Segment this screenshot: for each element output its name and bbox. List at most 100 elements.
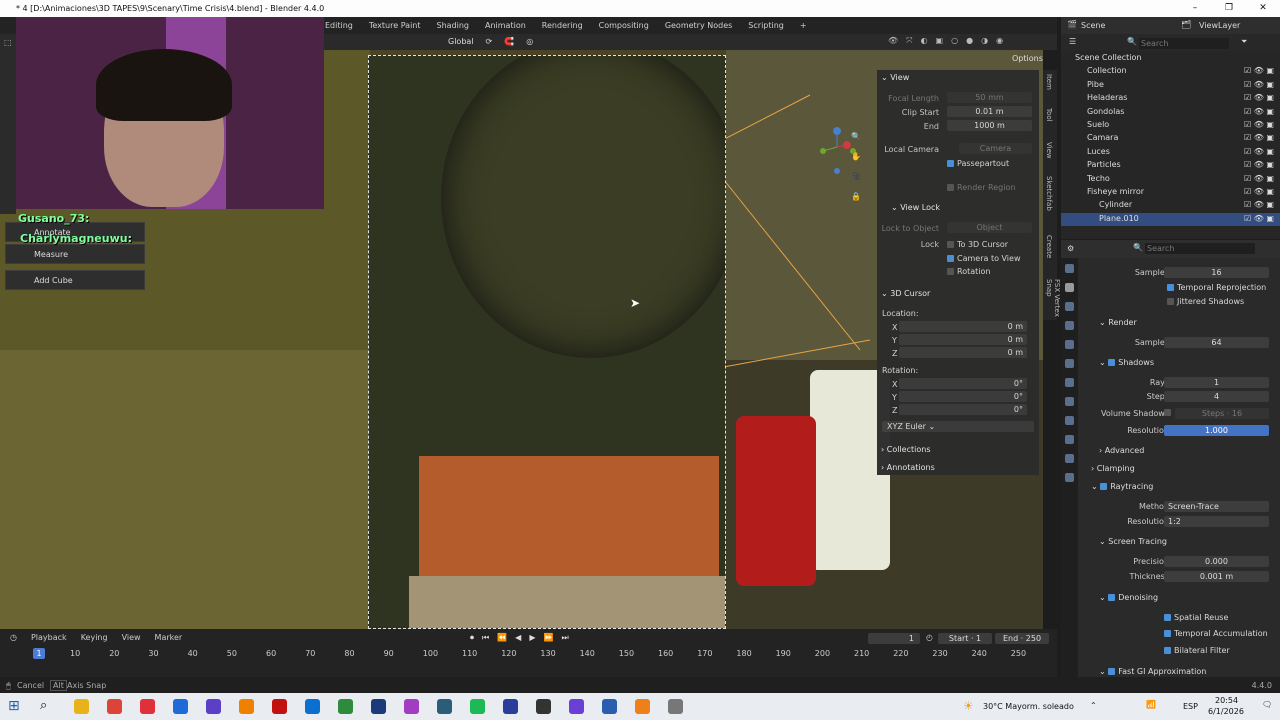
bilateral-filter-checkbox[interactable]: Bilateral Filter [1164, 646, 1230, 655]
render-region-checkbox[interactable]: Render Region [947, 183, 1015, 192]
shadow-resolution-field[interactable]: 1.000 [1164, 425, 1269, 436]
local-camera-field[interactable]: Camera [959, 143, 1032, 154]
rotation-mode-dropdown[interactable]: XYZ Euler ⌄ [882, 421, 1034, 432]
lock-icon[interactable]: 🔒 [851, 192, 861, 201]
windows-start-icon[interactable]: ⊞ [8, 698, 20, 714]
visibility-toggle-icon[interactable]: ☑ 👁 ▣ [1244, 66, 1274, 75]
measure-tool[interactable]: Measure [5, 244, 145, 264]
tray-chevron-icon[interactable]: ⌃ [1090, 701, 1097, 710]
view-lock-header[interactable]: ⌄ View Lock [891, 203, 940, 212]
rt-resolution-dropdown[interactable]: 1:2 [1164, 516, 1269, 527]
collections-header[interactable]: › Collections [881, 445, 931, 454]
annotations-header[interactable]: › Annotations [881, 463, 935, 472]
properties-editor-icon[interactable]: ⚙ [1067, 244, 1074, 253]
add-cube-tool[interactable]: Add Cube [5, 270, 145, 290]
workspace-tab[interactable]: Editing [325, 21, 353, 30]
clip-start-field[interactable]: 0.01 m [947, 106, 1032, 117]
viewport-samples-field[interactable]: 16 [1164, 267, 1269, 278]
record-icon[interactable]: ⏺ [470, 633, 474, 643]
end-frame-field[interactable]: End · 250 [995, 633, 1049, 644]
object-icon[interactable] [1065, 397, 1074, 406]
taskbar-app-icon[interactable] [569, 699, 584, 714]
thickness-field[interactable]: 0.001 m [1164, 571, 1269, 582]
shading-solid-icon[interactable]: ● [966, 36, 973, 46]
language-indicator[interactable]: ESP [1183, 702, 1198, 711]
taskbar-app-icon[interactable] [503, 699, 518, 714]
collection-icon[interactable] [1065, 378, 1074, 387]
minimize-button[interactable]: – [1178, 0, 1212, 17]
outliner-row[interactable]: Heladeras ☑ 👁 ▣ [1061, 92, 1280, 105]
overlay-icon[interactable]: ◐ [921, 36, 928, 46]
taskbar-app-icon[interactable] [305, 699, 320, 714]
xray-icon[interactable]: ▣ [936, 36, 944, 46]
visibility-toggle-icon[interactable]: ☑ 👁 ▣ [1244, 187, 1274, 196]
view-section-header[interactable]: ⌄ View [881, 73, 909, 82]
clock-date[interactable]: 6/1/2026 [1208, 707, 1244, 716]
jump-end-icon[interactable]: ⏭ [561, 633, 568, 643]
gizmo-icon[interactable]: ⤧ [906, 36, 912, 46]
raytracing-section-header[interactable]: ⌄ Raytracing [1091, 482, 1153, 491]
rot-z-field[interactable]: 0° [899, 404, 1027, 415]
taskbar-app-icon[interactable] [173, 699, 188, 714]
taskbar-app-icon[interactable] [536, 699, 551, 714]
rotation-lock-checkbox[interactable]: Rotation [947, 267, 990, 276]
jittered-shadows-checkbox[interactable]: Jittered Shadows [1167, 297, 1244, 306]
sidebar-tab[interactable]: FSX Vertex Snap [1045, 279, 1061, 320]
visibility-toggle-icon[interactable]: ☑ 👁 ▣ [1244, 147, 1274, 156]
visibility-toggle-icon[interactable]: ☑ 👁 ▣ [1244, 200, 1274, 209]
taskbar-app-icon[interactable] [272, 699, 287, 714]
current-frame-field[interactable]: 1 [868, 633, 920, 644]
outliner-row[interactable]: Luces ☑ 👁 ▣ [1061, 146, 1280, 159]
select-tool-icon[interactable]: ⬚ [4, 38, 12, 47]
taskbar-app-icon[interactable] [404, 699, 419, 714]
workspace-tab[interactable]: Texture Paint [369, 21, 421, 30]
precision-field[interactable]: 0.000 [1164, 556, 1269, 567]
visibility-toggle-icon[interactable]: ☑ 👁 ▣ [1244, 160, 1274, 169]
screen-tracing-header[interactable]: ⌄ Screen Tracing [1099, 537, 1167, 546]
viewport-options[interactable]: Options [1012, 54, 1043, 63]
temporal-reprojection-checkbox[interactable]: Temporal Reprojection [1167, 283, 1266, 292]
visibility-toggle-icon[interactable]: ☑ 👁 ▣ [1244, 174, 1274, 183]
render-samples-field[interactable]: 64 [1164, 337, 1269, 348]
shading-wireframe-icon[interactable]: ○ [951, 36, 958, 46]
visibility-toggle-icon[interactable]: ☑ 👁 ▣ [1244, 80, 1274, 89]
focal-length-field[interactable]: 50 mm [947, 92, 1032, 103]
outliner-row[interactable]: Suelo ☑ 👁 ▣ [1061, 119, 1280, 132]
zoom-icon[interactable]: 🔍 [851, 132, 861, 141]
prev-key-icon[interactable]: ⏪ [497, 633, 507, 643]
loc-x-field[interactable]: 0 m [899, 321, 1027, 332]
method-dropdown[interactable]: Screen-Trace [1164, 501, 1269, 512]
visibility-toggle-icon[interactable]: ☑ 👁 ▣ [1244, 107, 1274, 116]
visibility-icon[interactable]: 👁 [888, 36, 898, 46]
scene-icon[interactable] [1065, 340, 1074, 349]
sidebar-tab[interactable]: View [1045, 142, 1053, 159]
outliner-row[interactable]: Collection ☑ 👁 ▣ [1061, 65, 1280, 78]
workspace-tab[interactable]: Shading [437, 21, 470, 30]
denoising-header[interactable]: ⌄ Denoising [1099, 593, 1158, 602]
notifications-icon[interactable]: 🗨 [1262, 700, 1272, 709]
loc-y-field[interactable]: 0 m [899, 334, 1027, 345]
workspace-tab[interactable]: Geometry Nodes [665, 21, 732, 30]
visibility-toggle-icon[interactable]: ☑ 👁 ▣ [1244, 93, 1274, 102]
wifi-icon[interactable]: 📶 [1146, 700, 1156, 709]
outliner-row[interactable]: Fisheye mirror ☑ 👁 ▣ [1061, 186, 1280, 199]
taskbar-app-icon[interactable] [371, 699, 386, 714]
rays-field[interactable]: 1 [1164, 377, 1269, 388]
outliner-row[interactable]: Plane.010 ☑ 👁 ▣ [1061, 212, 1280, 226]
workspace-tab[interactable]: + [800, 21, 807, 30]
taskbar-app-icon[interactable] [206, 699, 221, 714]
jump-start-icon[interactable]: ⏮ [482, 633, 489, 643]
taskbar-app-icon[interactable] [107, 699, 122, 714]
filter-icon[interactable]: ⏷ [1241, 37, 1247, 47]
close-button[interactable]: ✕ [1246, 0, 1280, 17]
outliner-row[interactable]: Scene Collection [1061, 52, 1280, 65]
visibility-toggle-icon[interactable]: ☑ 👁 ▣ [1244, 133, 1274, 142]
taskbar-app-icon[interactable] [668, 699, 683, 714]
play-reverse-icon[interactable]: ◀ [515, 633, 521, 643]
physics-icon[interactable] [1065, 435, 1074, 444]
workspace-tab[interactable]: Scripting [748, 21, 784, 30]
weather-text[interactable]: 30°C Mayorm. soleado [983, 702, 1074, 711]
clamping-section-header[interactable]: › Clamping [1091, 464, 1135, 473]
clip-end-field[interactable]: 1000 m [947, 120, 1032, 131]
shading-material-icon[interactable]: ◑ [981, 36, 988, 46]
